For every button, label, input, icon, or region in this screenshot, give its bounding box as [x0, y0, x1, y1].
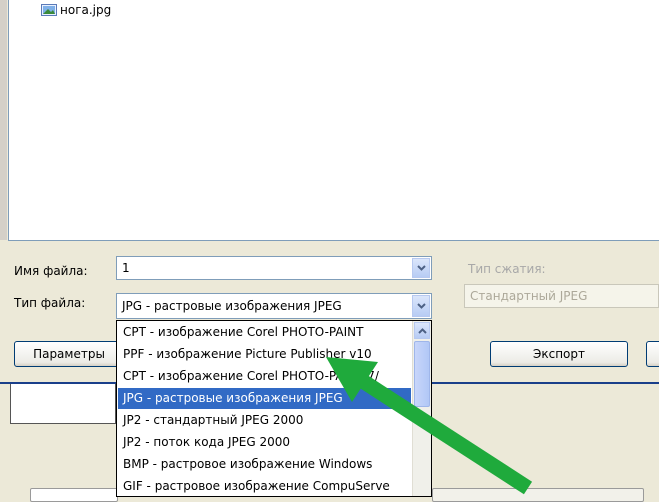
dropdown-item[interactable]: CPT - изображение Corel PHOTO-PAINT 7/ — [118, 366, 411, 387]
dropdown-scrollbar[interactable] — [412, 321, 431, 496]
filetype-label: Тип файла: — [14, 296, 86, 310]
chevron-down-icon[interactable] — [412, 258, 430, 278]
filename-value: 1 — [122, 261, 130, 275]
filetype-combo[interactable]: JPG - растровые изображения JPEG — [116, 293, 432, 319]
bottom-field — [432, 488, 644, 502]
dropdown-item[interactable]: JPG - растровые изображения JPEG — [118, 388, 411, 409]
chevron-up-icon[interactable] — [414, 322, 430, 339]
dropdown-item[interactable]: GIF - растровое изображение CompuServe — [118, 476, 411, 496]
filename-combo[interactable]: 1 — [116, 256, 432, 280]
list-item[interactable]: нога.jpg — [41, 2, 111, 18]
file-list[interactable]: нога.jpg — [8, 0, 659, 241]
image-file-icon — [41, 4, 57, 16]
dropdown-item[interactable]: CPT - изображение Corel PHOTO-PAINT — [118, 322, 411, 343]
lower-panel — [10, 384, 116, 424]
compression-label: Тип сжатия: — [468, 262, 546, 276]
params-button[interactable]: Параметры — [14, 341, 124, 367]
scrollbar-thumb[interactable] — [414, 341, 430, 407]
left-edge-strip — [0, 0, 7, 240]
export-button[interactable]: Экспорт — [490, 341, 628, 367]
dropdown-item[interactable]: JP2 - стандартный JPEG 2000 — [118, 410, 411, 431]
filetype-value: JPG - растровые изображения JPEG — [122, 299, 342, 313]
dropdown-item[interactable]: BMP - растровое изображение Windows — [118, 454, 411, 475]
filename-label: Имя файла: — [14, 264, 88, 278]
file-name: нога.jpg — [60, 3, 112, 17]
chevron-down-icon[interactable] — [412, 295, 430, 317]
dropdown-item[interactable]: JP2 - поток кода JPEG 2000 — [118, 432, 411, 453]
bottom-field — [30, 488, 118, 502]
dropdown-item[interactable]: PPF - изображение Picture Publisher v10 — [118, 344, 411, 365]
cancel-button[interactable] — [646, 341, 659, 367]
filetype-dropdown-list[interactable]: CPT - изображение Corel PHOTO-PAINT PPF … — [116, 320, 432, 497]
compression-value: Стандартный JPEG — [470, 289, 588, 303]
compression-combo: Стандартный JPEG — [464, 284, 659, 308]
